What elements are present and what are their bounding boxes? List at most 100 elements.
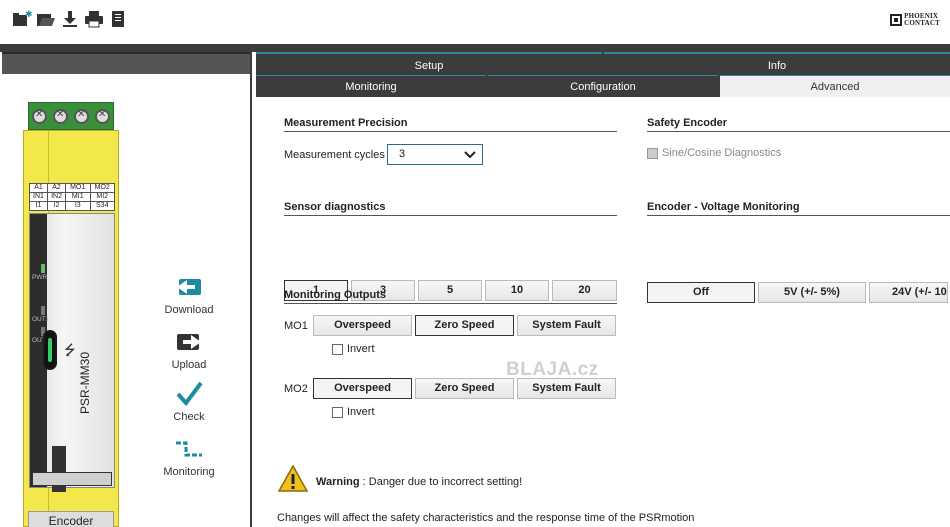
pin-labels: A1 A2 MO1 MO2 IN1 IN2 MI1 MI2 I1 I2 I3 S…	[28, 183, 115, 211]
mo1-invert-checkbox[interactable]: Invert	[332, 343, 375, 355]
screw-icon	[95, 108, 110, 124]
voltage-option-5v[interactable]: 5V (+/- 5%)	[758, 282, 866, 303]
screw-icon	[32, 108, 47, 124]
led-label-out1: OUT1	[32, 316, 50, 323]
warning-text: : Danger due to incorrect setting!	[359, 476, 523, 488]
module-label: Encoder	[28, 511, 114, 527]
upload-arrow-icon	[150, 327, 228, 357]
pin-label: A2	[47, 183, 67, 193]
pin-label: I2	[47, 201, 67, 211]
top-terminal-block	[28, 102, 114, 130]
screw-icon	[53, 108, 68, 124]
tab-info[interactable]: Info	[604, 52, 950, 75]
monitoring-button[interactable]: Monitoring	[150, 434, 228, 478]
tab-configuration[interactable]: Configuration	[488, 75, 718, 97]
measurement-precision-title: Measurement Precision	[284, 117, 617, 132]
safety-encoder-title: Safety Encoder	[647, 117, 950, 132]
sensor-diagnostics-title: Sensor diagnostics	[284, 201, 617, 216]
sine-cosine-checkbox[interactable]: Sine/Cosine Diagnostics	[647, 147, 781, 159]
voltage-option-24v[interactable]: 24V (+/- 10%	[869, 282, 948, 303]
pin-label: I1	[28, 201, 49, 211]
new-file-icon[interactable]: ✱	[12, 9, 32, 29]
mo1-overspeed-button[interactable]: Overspeed	[313, 315, 412, 336]
logo-line2: CONTACT	[904, 19, 940, 27]
mo2-invert-label: Invert	[347, 406, 375, 418]
monitoring-label: Monitoring	[163, 466, 215, 478]
check-button[interactable]: Check	[150, 379, 228, 423]
device-image: A1 A2 MO1 MO2 IN1 IN2 MI1 MI2 I1 I2 I3 S…	[23, 102, 119, 527]
chevron-down-icon	[464, 148, 476, 167]
checkmark-icon	[150, 379, 228, 409]
led-out1	[41, 306, 45, 315]
mo2-label: MO2	[284, 383, 308, 395]
dark-band	[0, 44, 950, 52]
pin-label: A1	[28, 183, 49, 193]
tab-monitoring[interactable]: Monitoring	[256, 75, 486, 97]
pin-label: S34	[89, 201, 115, 211]
monitoring-signal-icon	[150, 434, 228, 464]
toolbar-icons: ✱	[12, 9, 128, 29]
measurement-cycles-select[interactable]: 3	[387, 144, 483, 165]
warning-title: Warning	[316, 476, 360, 488]
checkbox-box	[647, 147, 658, 159]
settings-panel: Setup Info Monitoring Configuration Adva…	[256, 52, 950, 527]
screw-icon	[74, 108, 89, 124]
mo1-label: MO1	[284, 320, 308, 332]
usb-symbol-icon: ⭍	[64, 342, 76, 358]
tab-advanced[interactable]: Advanced	[720, 75, 950, 97]
warning-icon	[277, 464, 309, 495]
document-icon[interactable]	[108, 9, 128, 29]
upload-button[interactable]: Upload	[150, 327, 228, 371]
device-model: PSR-MM30	[78, 351, 92, 414]
pin-label: MO1	[65, 183, 91, 193]
led-label-pwr: PWR	[32, 274, 48, 281]
mo2-zero-speed-button[interactable]: Zero Speed	[415, 378, 514, 399]
watermark: BLAJA.cz	[506, 359, 599, 380]
mo2-overspeed-button[interactable]: Overspeed	[313, 378, 412, 399]
mo1-zero-speed-button[interactable]: Zero Speed	[415, 315, 514, 336]
download-button[interactable]: Download	[150, 272, 228, 316]
usb-port-icon	[43, 330, 57, 370]
toolbar: ✱ PHOENIX CONTACT	[0, 0, 950, 44]
mo2-invert-checkbox[interactable]: Invert	[332, 406, 375, 418]
check-label: Check	[173, 411, 205, 423]
warning-note: Changes will affect the safety character…	[277, 512, 695, 524]
phoenix-contact-logo: PHOENIX CONTACT	[890, 13, 940, 27]
sub-tabs: Monitoring Configuration Advanced	[256, 75, 950, 97]
mo2-system-fault-button[interactable]: System Fault	[517, 378, 616, 399]
measurement-cycles-label: Measurement cycles	[284, 149, 385, 161]
print-icon[interactable]	[84, 9, 104, 29]
mo1-system-fault-button[interactable]: System Fault	[517, 315, 616, 336]
measurement-cycles-value: 3	[399, 148, 406, 160]
pin-label: IN2	[47, 192, 67, 202]
monitoring-outputs-title: Monitoring Outputs	[284, 289, 617, 304]
mo1-invert-label: Invert	[347, 343, 375, 355]
pin-label: I3	[65, 201, 91, 211]
sine-cosine-label: Sine/Cosine Diagnostics	[662, 147, 782, 159]
upload-label: Upload	[171, 359, 207, 371]
mo2-options: Overspeed Zero Speed System Fault	[313, 378, 616, 399]
tab-setup[interactable]: Setup	[256, 52, 602, 75]
device-panel: A1 A2 MO1 MO2 IN1 IN2 MI1 MI2 I1 I2 I3 S…	[0, 52, 252, 527]
voltage-options: Off 5V (+/- 5%) 24V (+/- 10%	[647, 282, 948, 303]
download-arrow-icon	[150, 272, 228, 302]
download-icon[interactable]	[60, 9, 80, 29]
device-front: PWR OUT1 OUT2 ⭍ PSR-MM30	[29, 213, 115, 492]
pin-label: MI2	[89, 192, 115, 202]
pin-label: IN1	[28, 192, 49, 202]
logo-mark-icon	[890, 14, 903, 26]
checkbox-box	[332, 406, 343, 418]
device-body: A1 A2 MO1 MO2 IN1 IN2 MI1 MI2 I1 I2 I3 S…	[23, 130, 119, 527]
main-tabs: Setup Info	[256, 52, 950, 75]
warning-message: Warning : Danger due to incorrect settin…	[316, 476, 522, 488]
voltage-option-off[interactable]: Off	[647, 282, 755, 303]
download-label: Download	[164, 304, 214, 316]
open-folder-icon[interactable]	[36, 9, 56, 29]
led-pwr	[41, 264, 45, 273]
pin-label: MI1	[65, 192, 91, 202]
pin-label: MO2	[89, 183, 115, 193]
mo1-options: Overspeed Zero Speed System Fault	[313, 315, 616, 336]
voltage-monitoring-title: Encoder - Voltage Monitoring	[647, 201, 950, 216]
checkbox-box	[332, 343, 343, 355]
advanced-content: Measurement Precision Measurement cycles…	[256, 97, 950, 527]
